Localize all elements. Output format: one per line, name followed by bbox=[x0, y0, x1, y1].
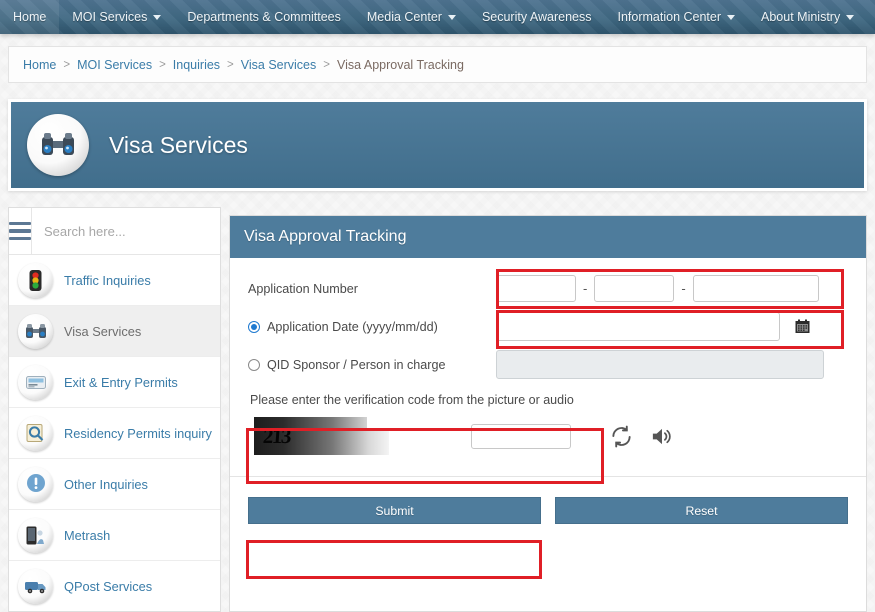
sidebar-item-label: Metrash bbox=[64, 527, 111, 543]
sidebar-item-label: Other Inquiries bbox=[64, 476, 148, 492]
traffic-light-icon bbox=[18, 262, 53, 298]
nav-item-label: Media Center bbox=[366, 10, 442, 24]
hamburger-menu-icon[interactable] bbox=[9, 208, 32, 254]
application-date-input[interactable] bbox=[496, 312, 780, 341]
breadcrumb-separator: > bbox=[227, 58, 234, 71]
breadcrumb-separator: > bbox=[159, 58, 166, 71]
qid-sponsor-row: QID Sponsor / Person in charge bbox=[248, 348, 848, 381]
top-navigation-bar: Home MOI Services Departments & Committe… bbox=[0, 0, 875, 34]
sidebar: Traffic Inquiries Visa Services bbox=[8, 207, 221, 612]
breadcrumb-separator: > bbox=[323, 58, 330, 71]
nav-item-information-center[interactable]: Information Center bbox=[604, 0, 748, 34]
captcha-input[interactable] bbox=[471, 423, 571, 449]
application-number-separator: - bbox=[583, 281, 588, 296]
qid-sponsor-radio[interactable] bbox=[248, 358, 260, 371]
chevron-down-icon bbox=[727, 14, 736, 20]
speaker-icon[interactable] bbox=[650, 425, 673, 448]
sidebar-item-label: Exit & Entry Permits bbox=[64, 374, 178, 390]
captcha-instruction: Please enter the verification code from … bbox=[250, 393, 574, 407]
nav-item-departments-committees[interactable]: Departments & Committees bbox=[174, 0, 354, 34]
refresh-icon[interactable] bbox=[610, 425, 633, 448]
search-input[interactable] bbox=[32, 208, 220, 254]
nav-item-about-ministry[interactable]: About Ministry bbox=[748, 0, 867, 34]
qid-sponsor-label: QID Sponsor / Person in charge bbox=[267, 357, 446, 372]
captcha-image: 213 bbox=[254, 417, 389, 455]
application-date-control bbox=[496, 312, 848, 341]
breadcrumb-item-visa-services[interactable]: Visa Services bbox=[241, 58, 317, 72]
application-number-label: Application Number bbox=[248, 281, 358, 296]
form-body: Application Number - - Application Date … bbox=[230, 258, 866, 524]
passport-icon bbox=[18, 364, 53, 400]
sidebar-item-traffic-inquiries[interactable]: Traffic Inquiries bbox=[9, 255, 220, 306]
sidebar-item-exit-entry-permits[interactable]: Exit & Entry Permits bbox=[9, 357, 220, 408]
application-number-part-2[interactable] bbox=[594, 275, 675, 302]
chevron-down-icon bbox=[447, 14, 456, 20]
page-root: Home MOI Services Departments & Committe… bbox=[0, 0, 875, 612]
nav-item-home[interactable]: Home bbox=[0, 0, 60, 34]
exclamation-icon bbox=[18, 466, 53, 502]
binoculars-icon bbox=[18, 313, 53, 349]
application-number-separator: - bbox=[681, 281, 686, 296]
reset-button[interactable]: Reset bbox=[555, 497, 848, 524]
application-number-row: Application Number - - bbox=[248, 272, 848, 305]
visa-approval-tracking-panel: Visa Approval Tracking Application Numbe… bbox=[229, 215, 867, 612]
binoculars-icon bbox=[27, 114, 89, 176]
sidebar-item-other-inquiries[interactable]: Other Inquiries bbox=[9, 459, 220, 510]
nav-item-moi-services[interactable]: MOI Services bbox=[59, 0, 174, 34]
breadcrumb: Home > MOI Services > Inquiries > Visa S… bbox=[8, 46, 867, 83]
chevron-down-icon bbox=[153, 14, 162, 20]
sidebar-search-row bbox=[9, 208, 220, 255]
form-buttons: Submit Reset bbox=[248, 477, 848, 524]
nav-item-label: MOI Services bbox=[72, 10, 148, 24]
application-number-part-3[interactable] bbox=[692, 275, 819, 302]
application-date-label-group: Application Date (yyyy/mm/dd) bbox=[248, 320, 496, 334]
nav-item-label: Security Awareness bbox=[481, 10, 592, 24]
application-number-part-1[interactable] bbox=[496, 275, 576, 302]
breadcrumb-item-home[interactable]: Home bbox=[23, 58, 56, 72]
application-date-radio[interactable] bbox=[248, 320, 260, 333]
breadcrumb-separator: > bbox=[63, 58, 71, 71]
sidebar-item-label: Visa Services bbox=[64, 323, 142, 339]
breadcrumb-item-visa-approval-tracking: Visa Approval Tracking bbox=[336, 57, 464, 72]
sidebar-item-label: Residency Permits inquiry bbox=[64, 425, 212, 441]
application-number-inputs: - - bbox=[496, 275, 848, 302]
qid-sponsor-label-group: QID Sponsor / Person in charge bbox=[248, 358, 496, 372]
nav-item-media-center[interactable]: Media Center bbox=[354, 0, 469, 34]
breadcrumb-item-inquiries[interactable]: Inquiries bbox=[173, 58, 220, 72]
nav-item-label: Departments & Committees bbox=[187, 10, 341, 24]
qid-sponsor-control bbox=[496, 350, 848, 379]
calendar-icon[interactable] bbox=[789, 314, 815, 340]
captcha-code-text: 213 bbox=[262, 423, 291, 448]
breadcrumb-item-moi-services[interactable]: MOI Services bbox=[77, 58, 152, 72]
nav-item-label: About Ministry bbox=[761, 10, 841, 24]
sidebar-item-metrash[interactable]: Metrash bbox=[9, 510, 220, 561]
sidebar-item-qpost-services[interactable]: QPost Services bbox=[9, 561, 220, 611]
nav-item-security-awareness[interactable]: Security Awareness bbox=[469, 0, 605, 34]
magnifier-document-icon bbox=[18, 415, 53, 451]
captcha-box: 213 bbox=[248, 413, 593, 459]
submit-button[interactable]: Submit bbox=[248, 497, 541, 524]
panel-title: Visa Approval Tracking bbox=[230, 216, 866, 258]
chevron-down-icon bbox=[846, 14, 855, 20]
sidebar-item-visa-services[interactable]: Visa Services bbox=[9, 306, 220, 357]
application-date-row: Application Date (yyyy/mm/dd) bbox=[248, 310, 848, 343]
sidebar-item-label: Traffic Inquiries bbox=[64, 272, 151, 288]
page-banner: Visa Services bbox=[8, 99, 867, 191]
sidebar-item-label: QPost Services bbox=[64, 578, 153, 594]
nav-item-label: Home bbox=[13, 10, 47, 24]
nav-item-label: Information Center bbox=[617, 10, 722, 24]
application-date-label: Application Date (yyyy/mm/dd) bbox=[267, 319, 438, 334]
sidebar-item-residency-permits-inquiry[interactable]: Residency Permits inquiry bbox=[9, 408, 220, 459]
delivery-truck-icon bbox=[18, 568, 53, 604]
qid-sponsor-input bbox=[496, 350, 824, 379]
page-title: Visa Services bbox=[109, 131, 248, 158]
mobile-device-icon bbox=[18, 517, 53, 553]
captcha-row: 213 bbox=[248, 413, 848, 459]
